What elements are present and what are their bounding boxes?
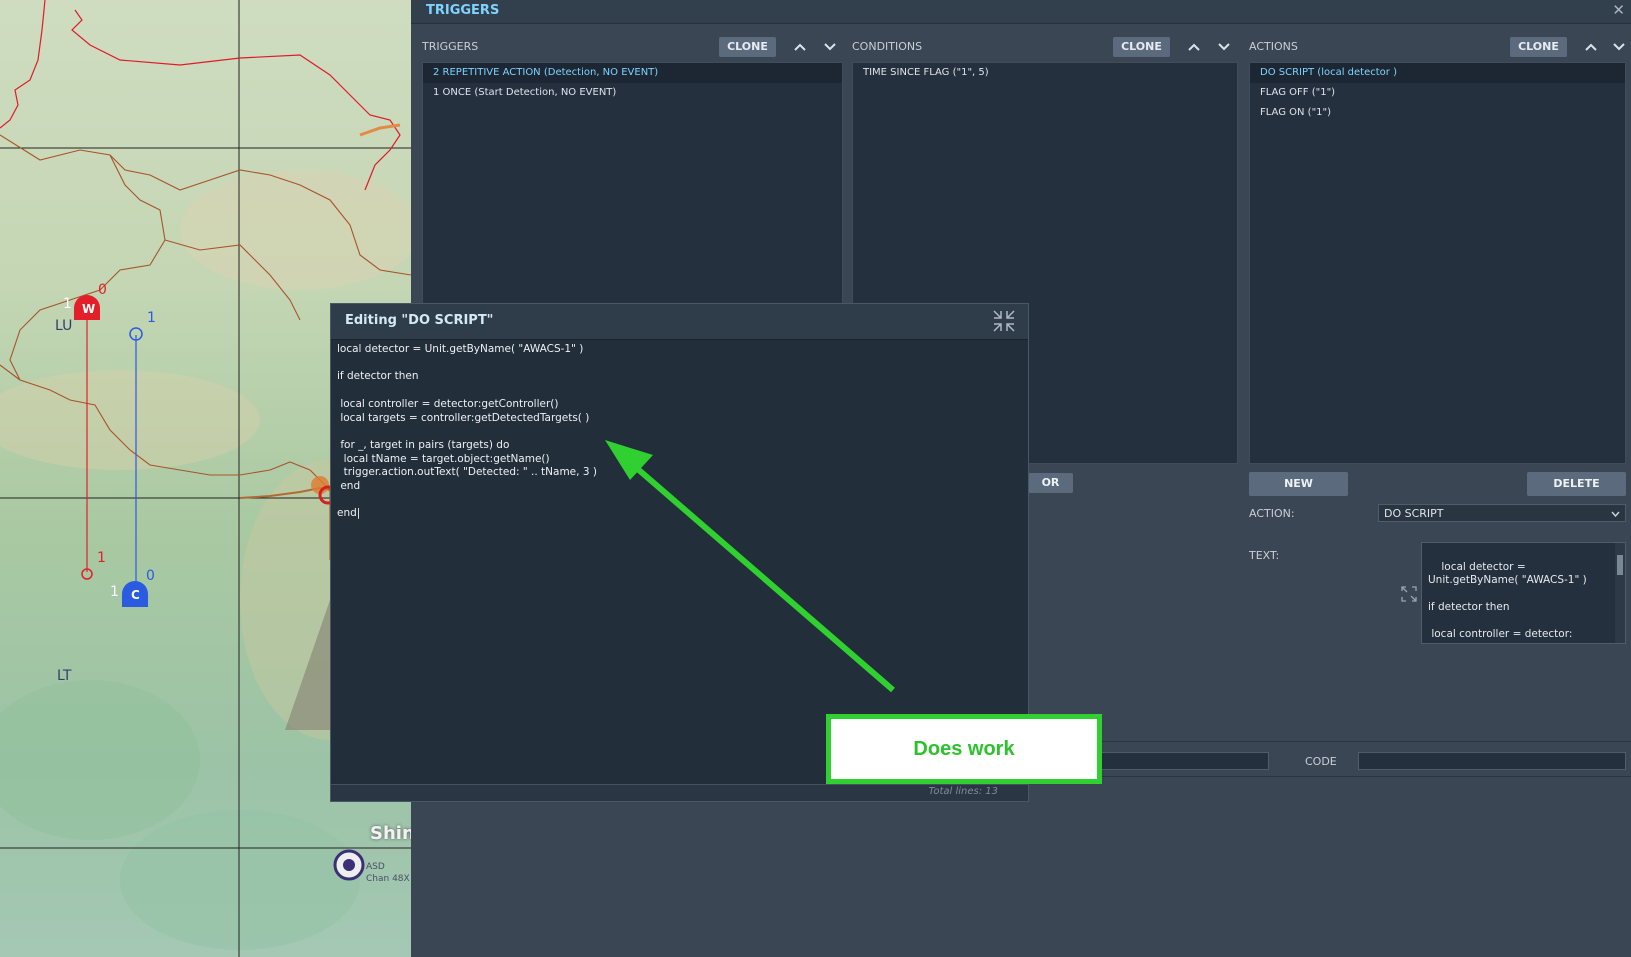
list-item[interactable]: FLAG ON ("1") [1250, 103, 1625, 123]
conditions-header: CONDITIONS [852, 40, 923, 53]
unit-count-right: 0 [146, 568, 155, 584]
close-icon[interactable]: ✕ [1612, 1, 1625, 19]
triggers-header: TRIGGERS [422, 40, 479, 53]
action-text-field[interactable]: local detector = Unit.getByName( "AWACS-… [1421, 542, 1626, 644]
window-titlebar[interactable]: TRIGGERS ✕ [411, 0, 1631, 24]
map-region-label: LT [57, 668, 72, 684]
total-lines-label: Total lines: 13 [928, 786, 998, 797]
action-type-value: DO SCRIPT [1384, 507, 1444, 520]
new-action-button[interactable]: NEW [1249, 472, 1348, 496]
chevron-up-icon[interactable] [1183, 36, 1205, 58]
chevron-down-icon[interactable] [1608, 36, 1630, 58]
map-small-label: ASD [366, 862, 385, 872]
window-title: TRIGGERS [426, 3, 500, 18]
list-item[interactable]: 2 REPETITIVE ACTION (Detection, NO EVENT… [423, 63, 842, 83]
action-text-value: local detector = Unit.getByName( "AWACS-… [1428, 560, 1587, 644]
map-place-label: Shin [370, 823, 411, 844]
scrollbar[interactable] [1615, 543, 1625, 643]
list-item[interactable]: FLAG OFF ("1") [1250, 83, 1625, 103]
triggers-clone-button[interactable]: CLONE [719, 37, 776, 57]
unit-marker-letter[interactable]: C [131, 588, 140, 602]
annotation-text: Does work [913, 737, 1015, 760]
actions-list[interactable]: DO SCRIPT (local detector ) FLAG OFF ("1… [1249, 62, 1626, 464]
editor-titlebar[interactable]: Editing "DO SCRIPT" [331, 304, 1028, 340]
waypoint-number: 1 [147, 310, 156, 326]
action-type-select[interactable]: DO SCRIPT [1378, 504, 1626, 522]
chevron-up-icon[interactable] [1580, 36, 1602, 58]
unit-marker-letter[interactable]: W [82, 302, 95, 316]
list-item[interactable]: 1 ONCE (Start Detection, NO EVENT) [423, 83, 842, 103]
or-button[interactable]: OR [1028, 473, 1073, 493]
editor-title: Editing "DO SCRIPT" [345, 313, 494, 328]
list-item[interactable]: TIME SINCE FLAG ("1", 5) [853, 63, 1237, 83]
editor-footer: Total lines: 13 [331, 784, 1028, 801]
scrollbar-thumb[interactable] [1617, 555, 1623, 575]
collapse-icon[interactable] [992, 309, 1016, 333]
delete-action-button[interactable]: DELETE [1527, 472, 1626, 496]
map-region-label: LU [55, 318, 73, 334]
chevron-down-icon [1611, 505, 1620, 523]
chevron-down-icon[interactable] [819, 36, 841, 58]
annotation-callout: Does work [826, 714, 1102, 784]
action-type-label: ACTION: [1249, 507, 1295, 520]
waypoint-number: 1 [97, 550, 106, 566]
code-field[interactable] [1358, 752, 1626, 770]
action-text-label: TEXT: [1249, 549, 1280, 562]
unit-count-left: 1 [110, 584, 119, 600]
conditions-clone-button[interactable]: CLONE [1113, 37, 1170, 57]
code-label: CODE [1305, 755, 1337, 768]
unit-count-left: 1 [63, 296, 72, 312]
chevron-up-icon[interactable] [789, 36, 811, 58]
actions-clone-button[interactable]: CLONE [1510, 37, 1567, 57]
map-small-label: Chan 48X [366, 874, 410, 884]
unit-count-right: 0 [98, 282, 107, 298]
expand-icon[interactable] [1400, 585, 1420, 605]
actions-header: ACTIONS [1249, 40, 1298, 53]
list-item[interactable]: DO SCRIPT (local detector ) [1250, 63, 1625, 83]
chevron-down-icon[interactable] [1213, 36, 1235, 58]
